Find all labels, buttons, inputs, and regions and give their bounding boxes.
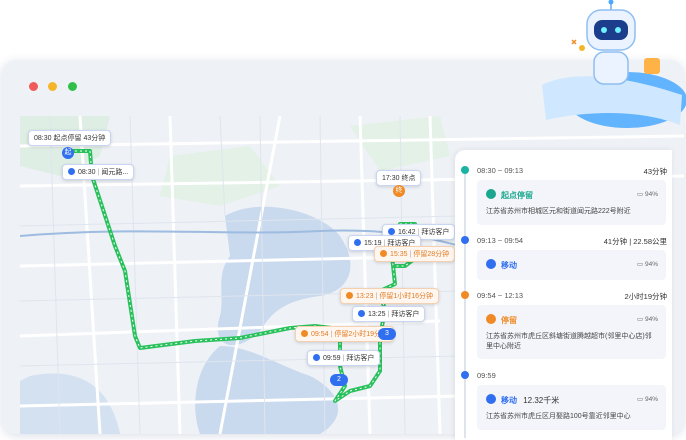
- timeline-dot: [461, 236, 469, 244]
- timeline-card[interactable]: 停留 ▭ 94% 江苏省苏州市虎丘区斜塘街道腾越超市(邻里中心店)邻里中心附近: [477, 305, 666, 359]
- map-marker[interactable]: 13:23 | 停留1小时16分钟: [340, 288, 440, 304]
- stay-icon: [346, 292, 353, 299]
- end-pin-icon[interactable]: 终: [393, 185, 405, 197]
- battery-indicator: ▭ 94%: [637, 396, 658, 403]
- battery-indicator: ▭ 94%: [637, 191, 658, 198]
- row-time-header: 09:54 ~ 12:13 2小时19分钟: [477, 291, 667, 301]
- row-time-header: 08:30 ~ 09:13 43分钟: [477, 166, 667, 176]
- user-icon: [68, 168, 75, 175]
- timeline-panel[interactable]: 08:30 ~ 09:13 43分钟 起点停留 ▭ 94% 江苏省苏州市相城区元…: [455, 150, 672, 440]
- map-marker[interactable]: 09:59 | 拜访客户: [307, 350, 381, 366]
- timeline-dot: [461, 291, 469, 299]
- row-time-header: 09:13 ~ 09:54 41分钟 | 22.58公里: [477, 236, 667, 246]
- card-title: 移动 12.32千米: [501, 396, 560, 405]
- card-title: 起点停留: [501, 191, 533, 200]
- battery-indicator: ▭ 94%: [637, 316, 658, 323]
- timeline-dot: [461, 371, 469, 379]
- timeline-card[interactable]: 起点停留 ▭ 94% 江苏省苏州市相城区元和街道闻元路222号附近: [477, 180, 666, 225]
- visit-icon: [388, 228, 395, 235]
- cluster-pin-icon[interactable]: 3: [378, 328, 396, 340]
- card-title: 停留: [501, 316, 517, 325]
- cluster-pin-icon[interactable]: 2: [330, 374, 348, 386]
- map-marker[interactable]: 15:35 | 停留28分钟: [374, 246, 456, 262]
- move-icon: [486, 394, 496, 404]
- location-pin-icon: [486, 189, 496, 199]
- visit-icon: [354, 239, 361, 246]
- map-marker[interactable]: 13:25 | 拜访客户: [352, 306, 426, 322]
- visit-icon: [313, 354, 320, 361]
- timeline-card[interactable]: 移动 ▭ 94%: [477, 250, 666, 280]
- minimize-window-button[interactable]: [48, 82, 57, 91]
- close-window-button[interactable]: [29, 82, 38, 91]
- maximize-window-button[interactable]: [68, 82, 77, 91]
- robot-mascot-icon: [542, 0, 686, 128]
- card-title: 移动: [501, 261, 517, 270]
- stay-icon: [486, 314, 496, 324]
- map-marker[interactable]: 08:30 | 闻元路...: [62, 164, 135, 180]
- row-time-header: 09:59: [477, 371, 496, 380]
- card-address: 江苏省苏州市虎丘区斜塘街道腾越超市(邻里中心店)邻里中心附近: [486, 333, 652, 350]
- stay-icon: [301, 330, 308, 337]
- timeline-line: [464, 168, 466, 438]
- card-address: 江苏省苏州市虎丘区月娶路100号靠近邻里中心: [486, 413, 631, 420]
- start-pin-icon[interactable]: 起: [62, 147, 74, 159]
- move-icon: [486, 259, 496, 269]
- visit-icon: [358, 310, 365, 317]
- start-label: 08:30 起点停留 43分钟: [28, 130, 112, 146]
- card-address: 江苏省苏州市相城区元和街道闻元路222号附近: [486, 208, 631, 215]
- end-label: 17:30 终点: [376, 170, 422, 186]
- battery-indicator: ▭ 94%: [637, 261, 658, 268]
- stay-icon: [380, 250, 387, 257]
- timeline-card[interactable]: 移动 12.32千米 ▭ 94% 江苏省苏州市虎丘区月娶路100号靠近邻里中心: [477, 385, 666, 430]
- timeline-dot: [461, 166, 469, 174]
